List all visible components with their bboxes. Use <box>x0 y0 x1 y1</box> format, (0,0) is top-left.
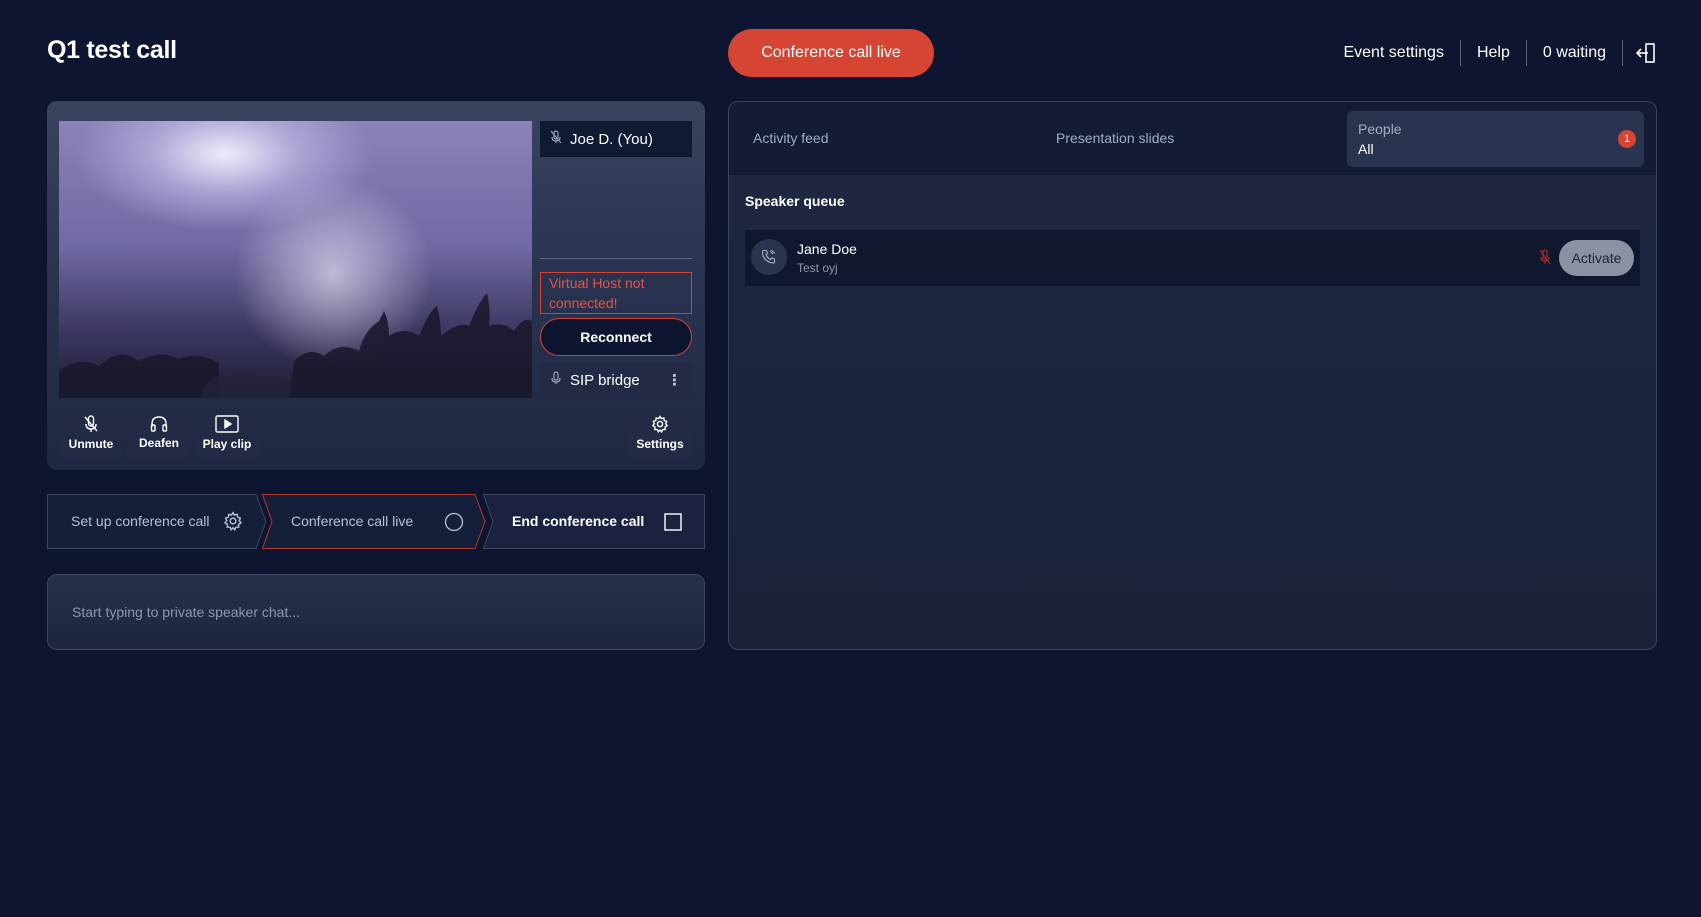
queue-speaker-name: Jane Doe <box>797 241 857 257</box>
phone-icon <box>751 239 787 275</box>
divider <box>540 258 692 259</box>
side-panel: Activity feed Presentation slides People… <box>728 101 1657 650</box>
more-options-icon[interactable]: ⋮ <box>667 371 682 389</box>
activate-button[interactable]: Activate <box>1559 240 1634 276</box>
self-speaker-chip[interactable]: Joe D. (You) <box>540 121 692 157</box>
sip-bridge-label: SIP bridge <box>570 371 640 389</box>
queue-speaker-subtitle: Test oyj <box>797 261 838 275</box>
tab-people-filter: All <box>1358 141 1374 157</box>
settings-label: Settings <box>636 437 684 451</box>
virtual-host-warning: Virtual Host not connected! <box>540 272 692 314</box>
page-title: Q1 test call <box>47 36 177 64</box>
concert-crowd-image <box>59 293 532 398</box>
muted-mic-icon <box>550 130 562 148</box>
muted-mic-icon <box>83 415 99 433</box>
play-clip-label: Play clip <box>202 437 252 451</box>
tab-people-label: People <box>1358 121 1402 137</box>
video-preview <box>59 121 532 398</box>
people-count-badge: 1 <box>1618 130 1636 148</box>
play-clip-icon <box>215 415 239 433</box>
sip-bridge-chip[interactable]: SIP bridge ⋮ <box>540 362 692 398</box>
mic-icon <box>550 371 562 389</box>
gear-icon <box>651 415 669 433</box>
top-nav: Event settings Help 0 waiting <box>1327 39 1657 67</box>
event-settings-link[interactable]: Event settings <box>1327 44 1460 62</box>
square-icon <box>664 513 682 534</box>
step-live-label: Conference call live <box>291 513 414 529</box>
step-end-label: End conference call <box>512 513 645 529</box>
tab-presentation-slides[interactable]: Presentation slides <box>1056 130 1174 146</box>
waiting-count-link[interactable]: 0 waiting <box>1527 44 1622 62</box>
gear-icon <box>223 511 243 534</box>
muted-mic-icon <box>1539 249 1551 270</box>
step-setup-label: Set up conference call <box>71 513 210 529</box>
reconnect-button[interactable]: Reconnect <box>540 318 692 356</box>
headphones-icon <box>150 416 168 432</box>
exit-door-icon[interactable] <box>1623 42 1657 64</box>
speaker-queue-title: Speaker queue <box>745 193 845 209</box>
unmute-button[interactable]: Unmute <box>59 408 123 458</box>
circle-icon <box>444 512 464 535</box>
deafen-button[interactable]: Deafen <box>127 408 191 458</box>
step-live[interactable]: Conference call live <box>262 494 486 549</box>
step-setup[interactable]: Set up conference call <box>47 494 267 549</box>
step-end[interactable]: End conference call <box>483 494 705 549</box>
conference-live-button[interactable]: Conference call live <box>728 29 934 77</box>
self-speaker-name: Joe D. (You) <box>570 130 653 148</box>
deafen-label: Deafen <box>138 436 179 450</box>
play-clip-button[interactable]: Play clip <box>195 408 259 458</box>
tab-people[interactable]: People All 1 <box>1347 111 1644 167</box>
speaker-chat-input[interactable]: Start typing to private speaker chat... <box>47 574 705 650</box>
settings-button[interactable]: Settings <box>628 408 692 458</box>
help-link[interactable]: Help <box>1461 44 1526 62</box>
queue-row: Jane Doe Test oyj Activate <box>745 230 1640 286</box>
tab-activity-feed[interactable]: Activity feed <box>753 130 828 146</box>
unmute-label: Unmute <box>68 437 114 451</box>
